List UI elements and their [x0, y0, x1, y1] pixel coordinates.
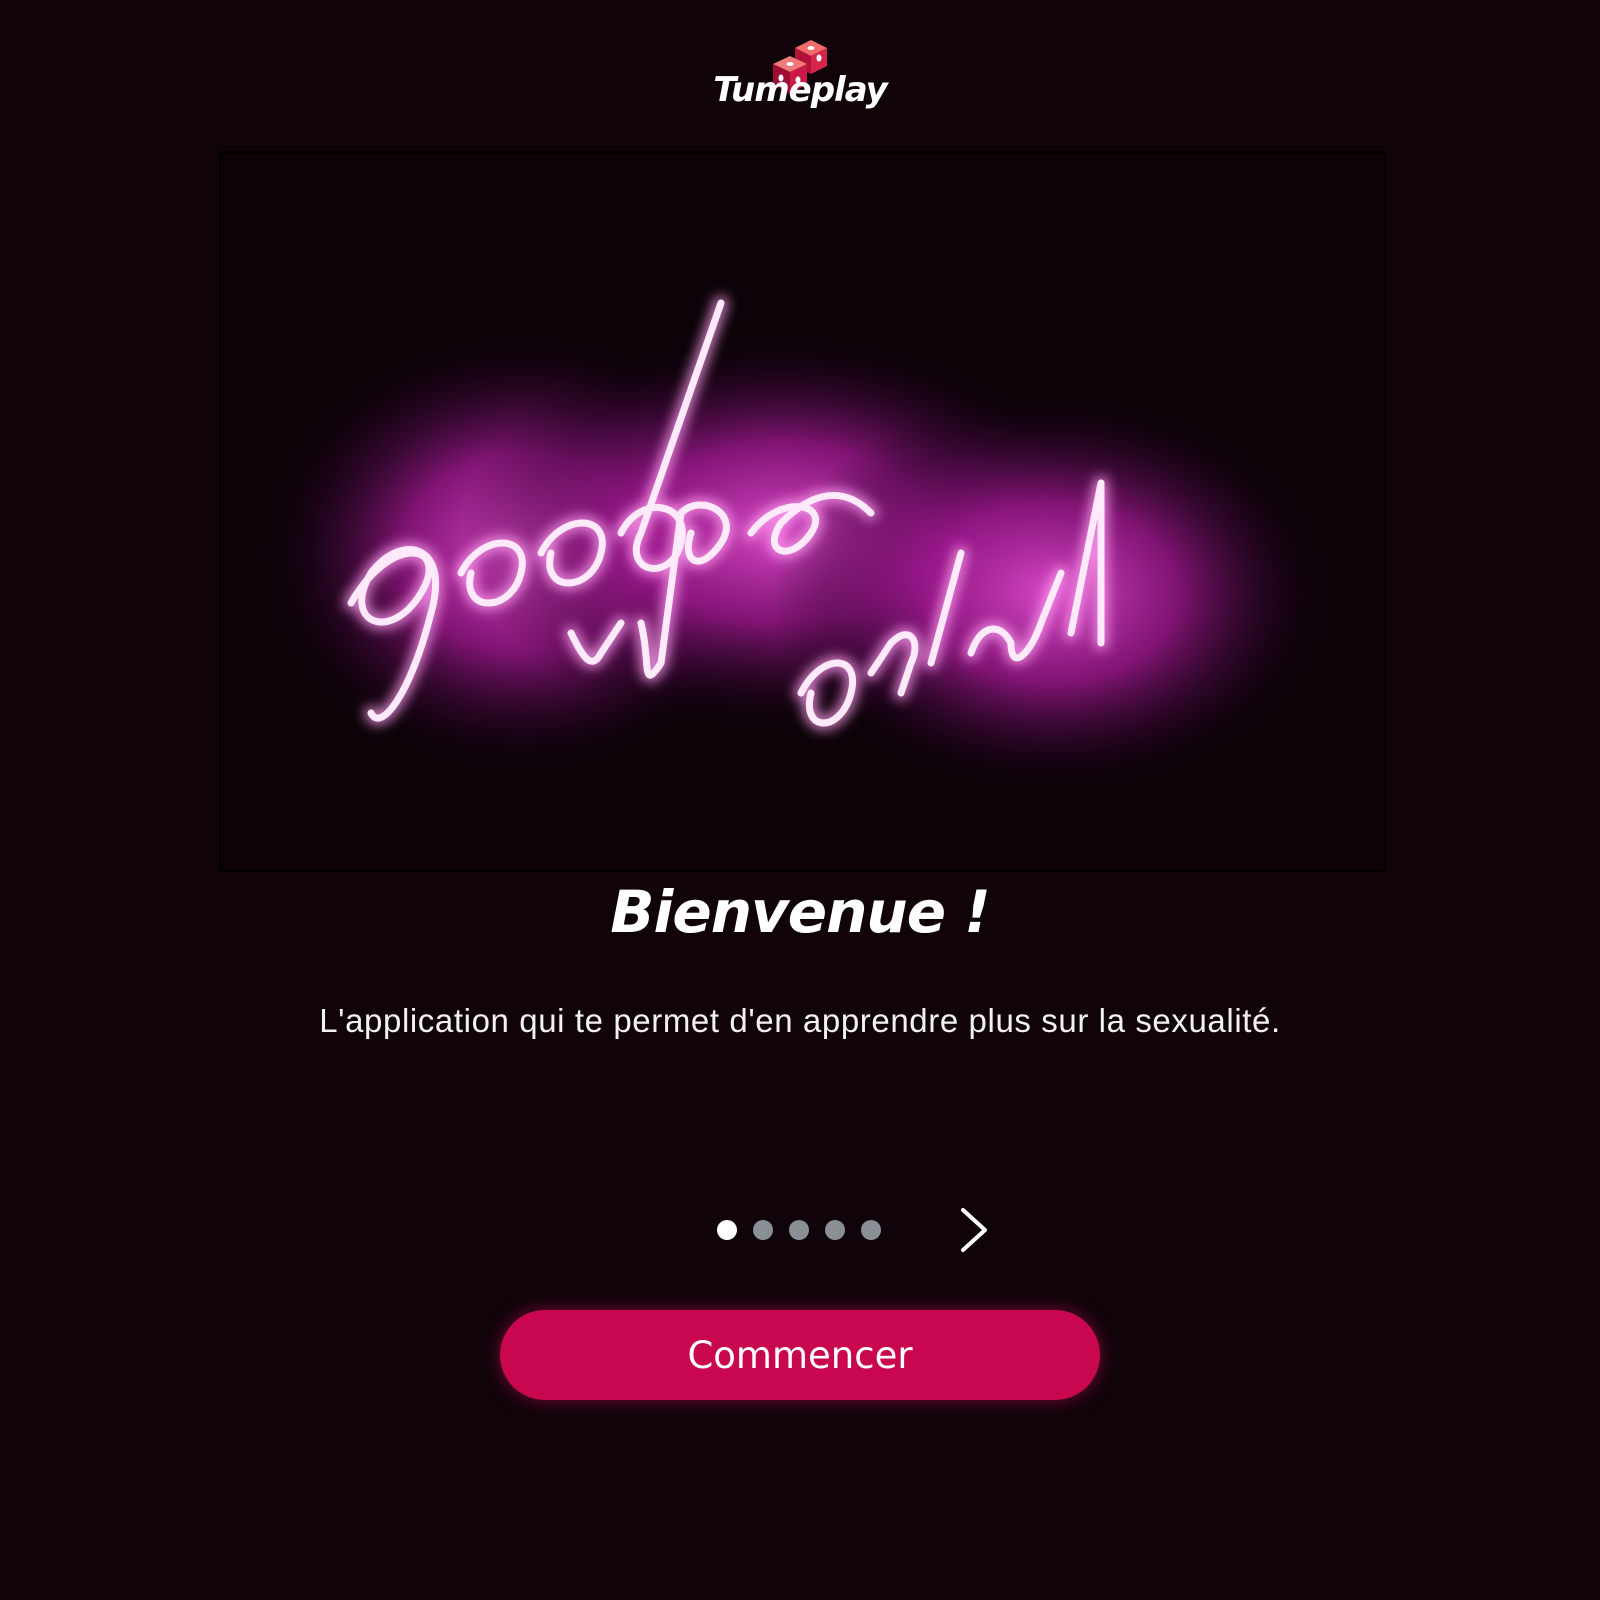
pagination-dot-4[interactable]: [825, 1220, 845, 1240]
pagination-dot-1[interactable]: [717, 1220, 737, 1240]
start-button[interactable]: Commencer: [500, 1310, 1100, 1400]
page-title: Bienvenue !: [610, 878, 990, 946]
pagination-dot-5[interactable]: [861, 1220, 881, 1240]
pagination-dots: [717, 1220, 881, 1240]
neon-sign-image: [221, 153, 1384, 870]
page-subtitle: L'application qui te permet d'en apprend…: [319, 1002, 1281, 1039]
next-button[interactable]: [955, 1206, 995, 1254]
onboarding-screen: Tumeplay Bienvenue ! L'application qui t…: [0, 0, 1600, 1600]
chevron-right-icon: [961, 1208, 987, 1252]
pagination-dot-2[interactable]: [753, 1220, 773, 1240]
app-name: Tumeplay: [713, 70, 888, 110]
hero-image: [219, 151, 1386, 872]
pagination-dot-3[interactable]: [789, 1220, 809, 1240]
